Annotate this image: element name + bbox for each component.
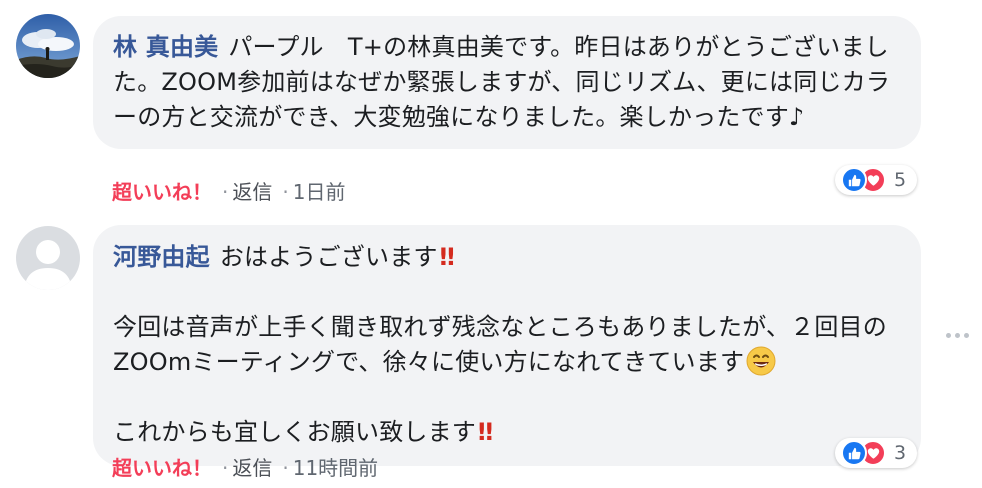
reaction-count: 5 [894, 169, 907, 191]
avatar[interactable] [16, 226, 80, 290]
reply-button[interactable]: 返信 [232, 180, 272, 204]
like-button[interactable]: 超いいね！ [112, 180, 212, 204]
double-exclamation-icon: ‼ [478, 418, 493, 446]
comment-timestamp[interactable]: 11時間前 [293, 456, 378, 480]
comment-text: パープル T+の林真由美です。昨日はありがとうございました。ZOOM参加前はなぜ… [113, 33, 891, 131]
comment-author[interactable]: 河野由起 [113, 243, 210, 271]
dot [946, 333, 951, 338]
thumbs-up-icon [841, 440, 867, 466]
separator: · [282, 180, 289, 204]
dot [964, 333, 969, 338]
comment-text: おはようございます [219, 243, 438, 271]
reaction-summary[interactable]: 3 [835, 438, 917, 468]
reaction-count: 3 [894, 442, 907, 464]
comment-author[interactable]: 林 真由美 [113, 33, 218, 61]
line-spacer [113, 380, 897, 415]
thumbs-up-icon [841, 167, 867, 193]
dot [955, 333, 960, 338]
double-exclamation-icon: ‼ [439, 243, 455, 271]
landscape-photo [16, 14, 80, 78]
comment-actions: 超いいね！ · 返信 · 11時間前 [112, 452, 378, 481]
line-spacer [113, 275, 897, 310]
separator: · [282, 456, 289, 480]
comment-bubble: 河野由起 おはようございます‼ 今回は音声が上手く聞き取れず残念なところもありまし… [93, 225, 921, 466]
default-silhouette [16, 226, 80, 290]
separator: · [222, 456, 229, 480]
reply-button[interactable]: 返信 [232, 456, 272, 480]
smiling-face-icon [746, 346, 776, 376]
comment-timestamp[interactable]: 1日前 [293, 180, 346, 204]
separator: · [222, 180, 229, 204]
comment-actions: 超いいね！ · 返信 · 1日前 [112, 176, 345, 205]
avatar[interactable] [16, 14, 80, 78]
comment-text: これからも宜しくお願い致します [113, 418, 476, 446]
more-options-icon[interactable] [946, 333, 969, 338]
like-button[interactable]: 超いいね！ [112, 456, 212, 480]
reaction-summary[interactable]: 5 [835, 165, 917, 195]
comment-bubble: 林 真由美 パープル T+の林真由美です。昨日はありがとうございました。ZOOM参… [93, 16, 921, 149]
